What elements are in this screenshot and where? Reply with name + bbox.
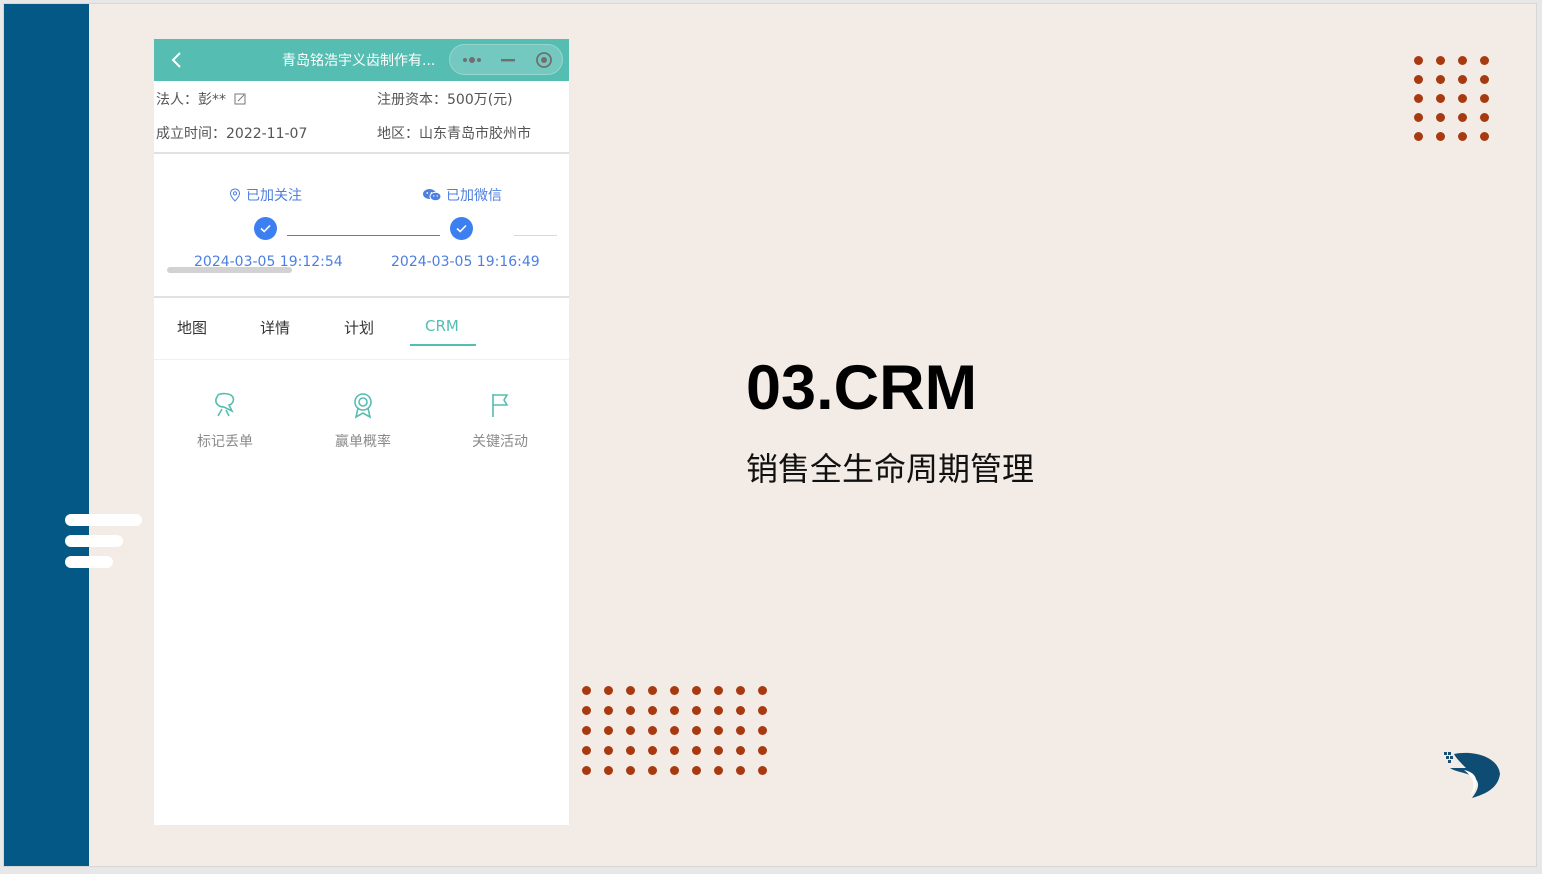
tab-crm[interactable]: CRM [425,317,459,335]
slide-subheading: 销售全生命周期管理 [746,450,1035,488]
registered-capital: 注册资本：500万(元) [377,92,513,108]
slide-heading: 03.CRM [746,353,978,423]
action-key-activities[interactable]: 关键活动 [455,391,545,451]
mini-program-capsule [449,44,563,75]
action-key-activities-label: 关键活动 [472,434,528,450]
company-logo-icon [1444,752,1500,798]
step-followed-label: 已加关注 [246,188,302,204]
location-pin-icon [229,188,241,202]
chevron-left-icon[interactable] [168,50,188,70]
minimize-icon[interactable] [498,51,518,69]
left-color-band [4,4,89,866]
step-wechat-label: 已加微信 [446,188,502,204]
step-followed: 已加关注 [228,185,302,205]
founded-date: 成立时间：2022-11-07 [156,126,308,142]
flag-icon [492,394,509,417]
phone-screenshot: 青岛铭浩宇义齿制作有... 法人：彭** 注册资本：500万(元) 成立时间：2… [154,39,569,825]
action-mark-lost-label: 标记丢单 [197,434,253,450]
section-divider [154,152,569,154]
more-icon[interactable] [460,51,484,69]
progress-connector-pending [514,235,557,236]
lost-deal-icon [215,392,235,417]
edit-icon[interactable] [234,92,247,105]
step-wechat: 已加微信 [422,185,502,205]
wechat-icon [423,189,442,202]
active-tab-indicator [410,344,476,346]
phone-header: 青岛铭浩宇义齿制作有... [154,39,569,81]
step-wechat-time: 2024-03-05 19:16:49 [391,254,540,270]
section-divider [154,296,569,298]
tab-details[interactable]: 详情 [260,317,290,338]
action-win-probability-label: 赢单概率 [335,434,391,450]
decorative-lines-icon [65,514,142,577]
decorative-dots-bottom [582,686,767,775]
action-mark-lost[interactable]: 标记丢单 [180,391,270,451]
step-check-icon [254,217,277,240]
legal-person-text: 法人：彭** [156,92,226,108]
tabs-divider [154,359,569,360]
step-check-icon [450,217,473,240]
horizontal-scrollbar[interactable] [167,267,292,273]
region: 地区：山东青岛市胶州市 [377,126,531,142]
phone-title: 青岛铭浩宇义齿制作有... [282,53,436,69]
decorative-dots-top [1414,56,1489,141]
legal-person: 法人：彭** [156,89,247,109]
award-icon [354,393,372,419]
tab-map[interactable]: 地图 [177,317,207,338]
target-icon[interactable] [534,51,554,69]
slide: 青岛铭浩宇义齿制作有... 法人：彭** 注册资本：500万(元) 成立时间：2… [3,3,1537,867]
progress-connector [287,235,440,236]
tab-plan[interactable]: 计划 [344,317,374,338]
action-win-probability[interactable]: 赢单概率 [318,391,408,451]
